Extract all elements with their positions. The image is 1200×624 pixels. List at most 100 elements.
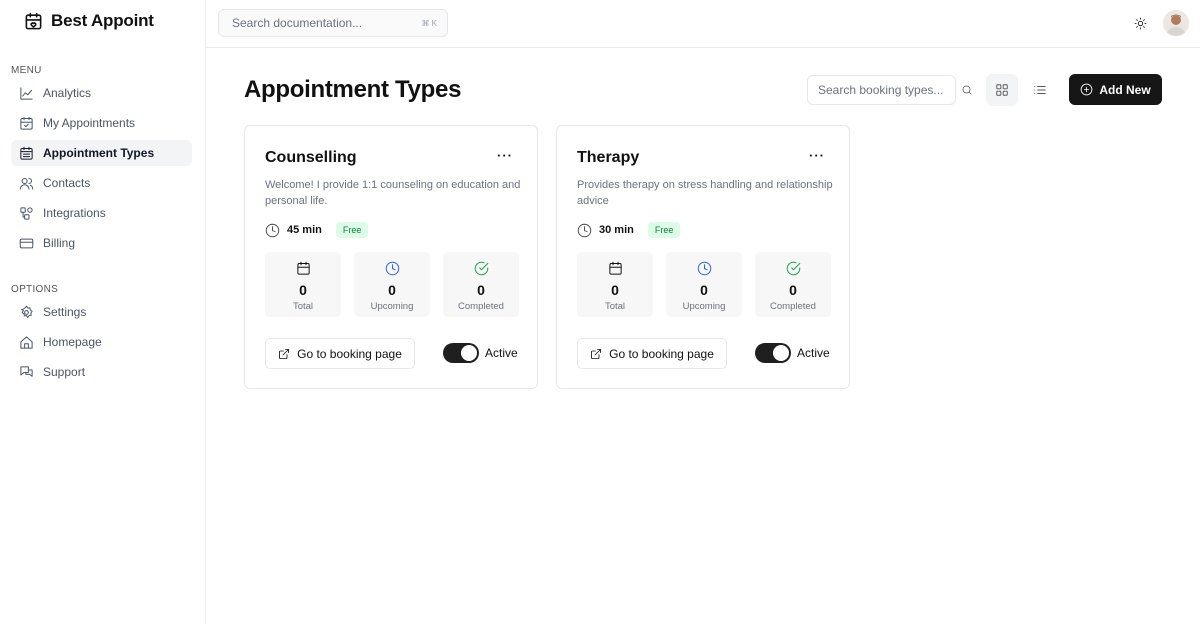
go-to-booking-page-button[interactable]: Go to booking page xyxy=(265,338,415,369)
card-meta: 45 min Free xyxy=(265,222,369,238)
sidebar-item-label: Homepage xyxy=(43,335,102,349)
page-title: Appointment Types xyxy=(244,76,462,103)
card-stats: 0 Total 0 Upcoming 0 Completed xyxy=(265,252,519,317)
analytics-icon xyxy=(18,85,34,101)
app-root: Best Appoint MENU Analytics My Appointme… xyxy=(0,0,1200,624)
integrations-icon xyxy=(18,205,34,221)
home-icon xyxy=(18,334,34,350)
sidebar-item-label: Billing xyxy=(43,236,76,250)
sidebar-item-analytics[interactable]: Analytics xyxy=(11,80,192,106)
support-icon xyxy=(18,364,34,380)
appointment-type-card: Counselling ··· Welcome! I provide 1:1 c… xyxy=(244,125,538,389)
active-toggle[interactable] xyxy=(443,343,479,363)
theme-toggle-button[interactable] xyxy=(1131,14,1149,32)
list-view-button[interactable] xyxy=(1024,74,1056,106)
sidebar: Best Appoint MENU Analytics My Appointme… xyxy=(0,0,206,624)
stat-value: 0 xyxy=(611,282,619,298)
stat-value: 0 xyxy=(700,282,708,298)
sidebar-item-contacts[interactable]: Contacts xyxy=(11,170,192,196)
booking-button-label: Go to booking page xyxy=(297,346,402,361)
stat-completed: 0 Completed xyxy=(443,252,519,317)
calendar-check-icon xyxy=(18,115,34,131)
booking-button-label: Go to booking page xyxy=(609,346,714,361)
sidebar-item-support[interactable]: Support xyxy=(11,359,192,385)
active-toggle[interactable] xyxy=(755,343,791,363)
stat-label: Total xyxy=(292,301,314,312)
active-toggle-label: Active xyxy=(797,346,830,360)
more-dots-icon: ··· xyxy=(497,148,513,163)
sidebar-item-appointment-types[interactable]: Appointment Types xyxy=(11,140,192,166)
stat-value: 0 xyxy=(388,282,396,298)
brand[interactable]: Best Appoint xyxy=(24,11,154,31)
external-link-icon xyxy=(279,348,290,359)
search-shortcut-hint: ⌘ K xyxy=(421,18,437,28)
more-options-button[interactable]: ··· xyxy=(809,148,825,163)
search-icon[interactable] xyxy=(961,83,975,97)
topbar: Search documentation... ⌘ K xyxy=(206,0,1200,48)
stat-label: Upcoming xyxy=(682,301,726,312)
stat-label: Upcoming xyxy=(370,301,414,312)
add-new-button[interactable]: Add New xyxy=(1069,74,1162,105)
stat-value: 0 xyxy=(789,282,797,298)
go-to-booking-page-button[interactable]: Go to booking page xyxy=(577,338,727,369)
active-toggle-group: Active xyxy=(443,343,518,363)
stat-upcoming: 0 Upcoming xyxy=(354,252,430,317)
sun-icon xyxy=(1134,17,1146,29)
sidebar-item-label: Integrations xyxy=(43,206,106,220)
sidebar-item-homepage[interactable]: Homepage xyxy=(11,329,192,355)
card-title: Therapy xyxy=(577,149,640,166)
calendar-icon xyxy=(296,260,311,276)
stat-label: Completed xyxy=(458,301,504,312)
booking-type-search-input[interactable]: Search booking types... xyxy=(807,75,956,105)
active-toggle-group: Active xyxy=(755,343,830,363)
clock-icon xyxy=(265,223,280,237)
grid-view-button[interactable] xyxy=(986,74,1018,106)
price-badge: Free xyxy=(335,222,369,238)
sidebar-item-label: Appointment Types xyxy=(43,146,155,160)
plus-circle-icon xyxy=(1080,83,1093,96)
user-avatar-icon xyxy=(1163,10,1189,36)
clock-icon xyxy=(577,223,592,237)
users-icon xyxy=(18,175,34,191)
sidebar-item-label: Support xyxy=(43,365,86,379)
add-new-label: Add New xyxy=(1099,82,1151,97)
card-title: Counselling xyxy=(265,149,357,166)
calendar-heart-icon xyxy=(25,12,42,29)
booking-type-search-placeholder: Search booking types... xyxy=(818,83,944,97)
sidebar-item-label: Contacts xyxy=(43,176,91,190)
options-nav: Settings Homepage Support xyxy=(11,299,192,389)
stat-upcoming: 0 Upcoming xyxy=(666,252,742,317)
documentation-search-placeholder: Search documentation... xyxy=(232,16,363,30)
stat-label: Total xyxy=(604,301,626,312)
stat-label: Completed xyxy=(770,301,816,312)
active-toggle-label: Active xyxy=(485,346,518,360)
clock-icon xyxy=(385,260,400,276)
gear-icon xyxy=(18,304,34,320)
duration: 45 min xyxy=(287,224,322,236)
clock-icon xyxy=(697,260,712,276)
sidebar-item-billing[interactable]: Billing xyxy=(11,230,192,256)
options-section-label: OPTIONS xyxy=(11,284,59,295)
sidebar-item-label: Analytics xyxy=(43,86,92,100)
sidebar-item-label: Settings xyxy=(43,305,87,319)
stat-value: 0 xyxy=(299,282,307,298)
sidebar-item-integrations[interactable]: Integrations xyxy=(11,200,192,226)
list-icon xyxy=(1034,86,1046,94)
brand-name: Best Appoint xyxy=(51,11,154,30)
check-circle-icon xyxy=(474,260,489,276)
calendar-list-icon xyxy=(18,145,34,161)
sidebar-item-settings[interactable]: Settings xyxy=(11,299,192,325)
stat-value: 0 xyxy=(477,282,485,298)
more-options-button[interactable]: ··· xyxy=(497,148,513,163)
avatar[interactable] xyxy=(1163,10,1189,36)
card-description: Welcome! I provide 1:1 counseling on edu… xyxy=(265,179,521,207)
menu-section-label: MENU xyxy=(11,65,42,76)
sidebar-item-my-appointments[interactable]: My Appointments xyxy=(11,110,192,136)
stat-total: 0 Total xyxy=(577,252,653,317)
stat-completed: 0 Completed xyxy=(755,252,831,317)
appointment-type-card: Therapy ··· Provides therapy on stress h… xyxy=(556,125,850,389)
grid-icon xyxy=(996,84,1008,96)
documentation-search-input[interactable]: Search documentation... ⌘ K xyxy=(218,9,448,37)
check-circle-icon xyxy=(786,260,801,276)
more-dots-icon: ··· xyxy=(809,148,825,163)
